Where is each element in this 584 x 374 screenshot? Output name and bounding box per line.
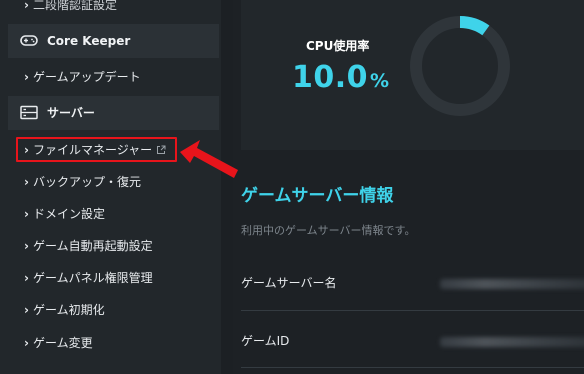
sidebar-item-game-update[interactable]: › ゲームアップデート	[24, 66, 141, 88]
sidebar-item-two-factor[interactable]: › 二段階認証設定	[24, 0, 117, 16]
sidebar-item-game-change[interactable]: › ゲーム変更	[24, 332, 93, 354]
cpu-usage-label: CPU使用率	[306, 39, 370, 53]
sidebar-item-domain[interactable]: › ドメイン設定	[24, 203, 105, 225]
section-header-core-keeper: Core Keeper	[8, 24, 219, 58]
sidebar-item-game-reset[interactable]: › ゲーム初期化	[24, 299, 105, 321]
cpu-usage-unit: %	[370, 70, 390, 92]
highlight-box	[16, 137, 177, 162]
section-header-server: サーバー	[8, 96, 219, 130]
row-divider	[241, 310, 584, 311]
chevron-right-icon: ›	[24, 207, 29, 221]
sidebar-item-label: ゲームアップデート	[33, 70, 141, 84]
gauge-fill	[459, 16, 490, 36]
server-info-subtitle: 利用中のゲームサーバー情報です。	[241, 224, 416, 237]
chevron-right-icon: ›	[24, 175, 29, 189]
chevron-right-icon: ›	[24, 336, 29, 350]
server-info-title: ゲームサーバー情報	[241, 186, 394, 206]
sidebar-item-label: バックアップ・復元	[33, 175, 142, 189]
sidebar-gutter	[221, 0, 233, 374]
chevron-right-icon: ›	[24, 0, 29, 12]
cpu-usage-number: 10.0	[292, 60, 369, 95]
chevron-right-icon: ›	[24, 239, 29, 253]
server-name-value-redacted	[440, 279, 584, 289]
sidebar-item-label: 二段階認証設定	[33, 0, 118, 12]
sidebar-item-label: ドメイン設定	[33, 207, 106, 221]
cpu-usage-gauge	[410, 16, 510, 116]
sidebar-item-label: ゲームパネル権限管理	[33, 271, 153, 285]
annotation-arrow-icon	[180, 140, 238, 178]
sidebar-item-label: ゲーム自動再起動設定	[33, 239, 153, 253]
game-id-value-redacted	[440, 337, 584, 347]
gauge-track	[410, 16, 510, 116]
gamepad-icon	[20, 35, 38, 46]
row-divider	[241, 367, 584, 368]
cpu-usage-value: 10.0%	[292, 60, 390, 95]
sidebar-item-auto-restart[interactable]: › ゲーム自動再起動設定	[24, 235, 153, 257]
section-title: Core Keeper	[47, 34, 131, 48]
section-title: サーバー	[47, 106, 95, 120]
chevron-right-icon: ›	[24, 271, 29, 285]
chevron-right-icon: ›	[24, 303, 29, 317]
sidebar-item-label: ゲーム変更	[33, 336, 93, 350]
sidebar-item-label: ゲーム初期化	[33, 303, 105, 317]
sidebar-item-permissions[interactable]: › ゲームパネル権限管理	[24, 267, 153, 289]
sidebar-item-backup[interactable]: › バックアップ・復元	[24, 171, 141, 193]
chevron-right-icon: ›	[24, 70, 29, 84]
game-id-label: ゲームID	[241, 334, 290, 348]
server-name-label: ゲームサーバー名	[241, 276, 337, 290]
sidebar: › 二段階認証設定 Core Keeper › ゲームアップデート サーバー › ファ…	[0, 0, 222, 374]
server-icon	[20, 105, 38, 120]
